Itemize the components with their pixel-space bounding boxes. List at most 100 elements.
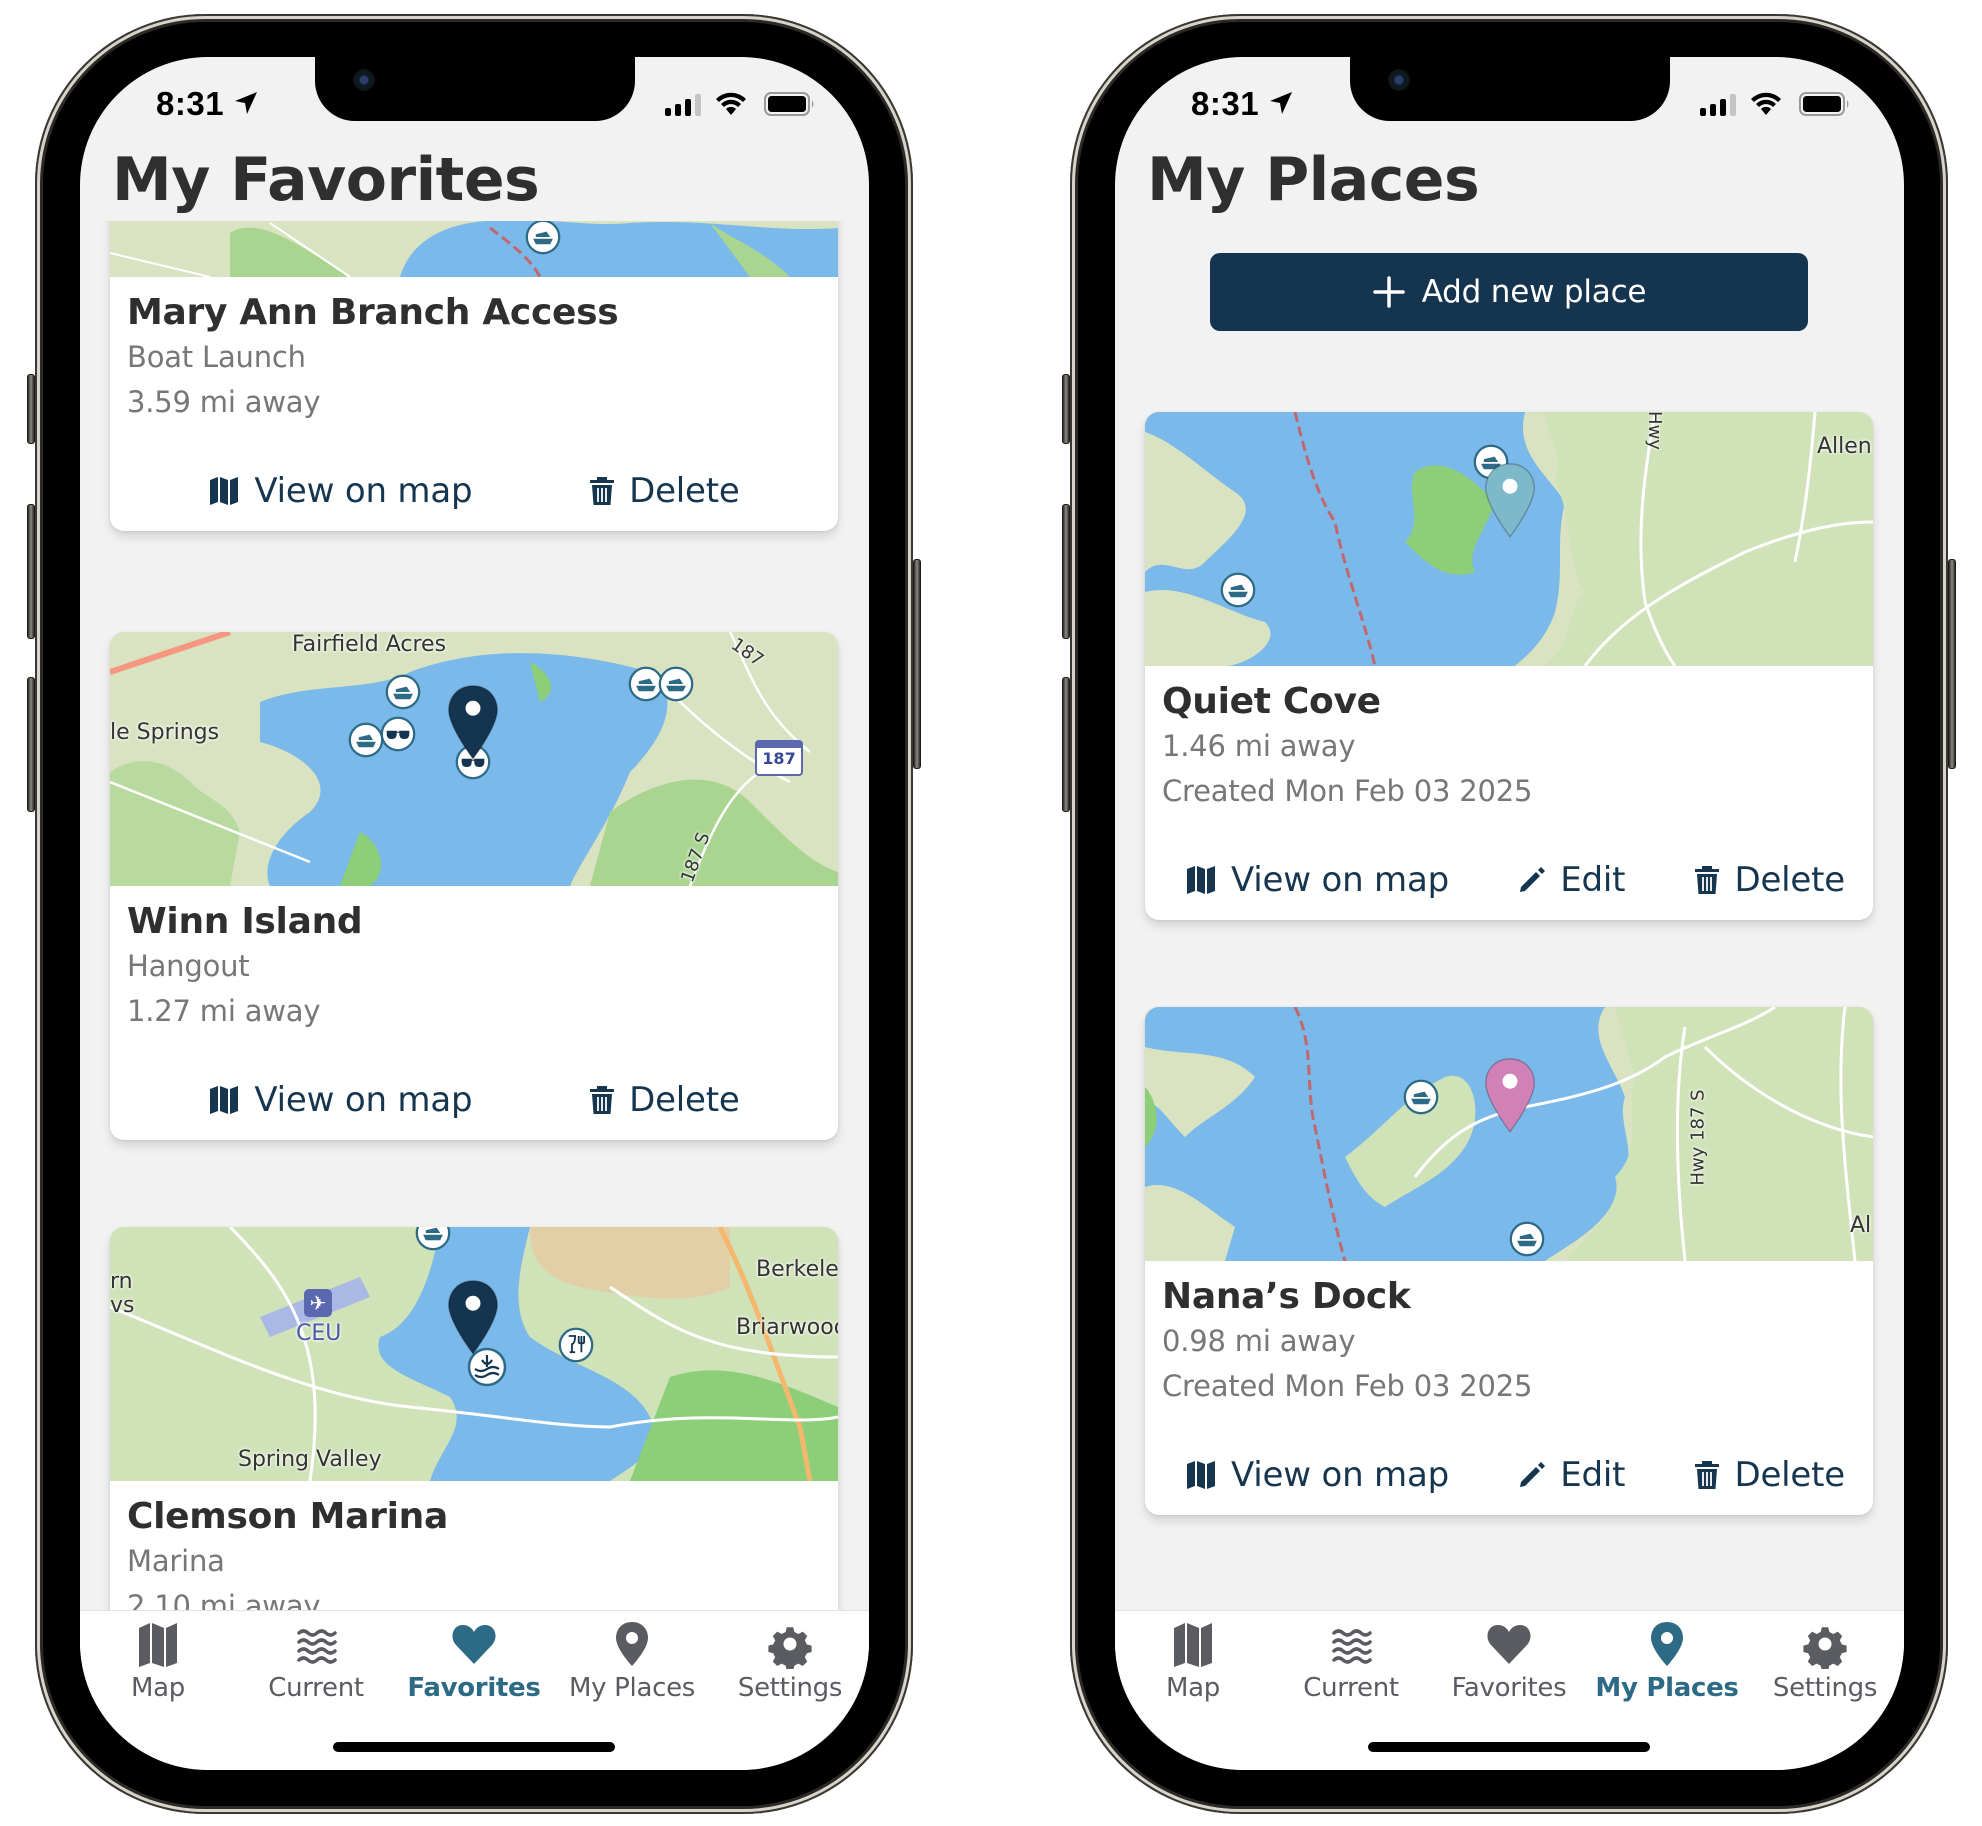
status-bar: 8:31 bbox=[80, 85, 869, 125]
map-label: vs bbox=[110, 1293, 135, 1318]
tab-settings[interactable]: Settings bbox=[1750, 1619, 1900, 1703]
map-label: Berkeley bbox=[756, 1257, 838, 1282]
map-label: rn bbox=[110, 1269, 133, 1294]
status-bar: 8:31 bbox=[1115, 85, 1904, 125]
place-name: Nana’s Dock bbox=[1162, 1276, 1411, 1317]
boat-launch-poi-icon[interactable] bbox=[525, 221, 561, 255]
place-distance: 1.27 mi away bbox=[127, 994, 321, 1028]
tab-bar: Map Current Favorites My Places Settings bbox=[1115, 1610, 1904, 1770]
view-on-map-label: View on map bbox=[254, 1080, 473, 1120]
selected-place-pin-icon[interactable] bbox=[445, 1279, 501, 1363]
delete-button[interactable]: Delete bbox=[589, 471, 740, 511]
tab-favorites[interactable]: Favorites bbox=[399, 1619, 549, 1703]
cellular-signal-icon bbox=[1700, 94, 1736, 116]
delete-label: Delete bbox=[629, 1080, 740, 1120]
place-category: Marina bbox=[127, 1544, 225, 1578]
phone-my-places: 8:31 My Places Add new place Hwy Allen Q… bbox=[1062, 14, 1956, 1814]
tab-current[interactable]: Current bbox=[241, 1619, 391, 1703]
map-preview[interactable]: Hwy 187 S Al bbox=[1145, 1007, 1873, 1261]
selected-place-pin-icon[interactable] bbox=[445, 684, 501, 768]
delete-label: Delete bbox=[1734, 1455, 1845, 1495]
place-pin-icon[interactable] bbox=[1482, 462, 1538, 546]
boat-launch-poi-icon[interactable] bbox=[1220, 572, 1256, 608]
place-name: Clemson Marina bbox=[127, 1496, 448, 1537]
map-pin-icon bbox=[1642, 1619, 1692, 1669]
map-pin-icon bbox=[607, 1619, 657, 1669]
edit-label: Edit bbox=[1560, 1455, 1626, 1495]
view-on-map-button[interactable]: View on map bbox=[208, 1080, 473, 1120]
status-time: 8:31 bbox=[1191, 85, 1260, 122]
battery-icon bbox=[764, 92, 814, 116]
tab-favorites[interactable]: Favorites bbox=[1434, 1619, 1584, 1703]
delete-button[interactable]: Delete bbox=[1694, 860, 1845, 900]
map-preview[interactable]: Fairfield Acres le Springs 187 187 S 187 bbox=[110, 632, 838, 886]
map-preview[interactable]: Hwy Allen bbox=[1145, 412, 1873, 666]
page-title: My Places bbox=[1147, 145, 1480, 215]
delete-button[interactable]: Delete bbox=[1694, 1455, 1845, 1495]
delete-button[interactable]: Delete bbox=[589, 1080, 740, 1120]
tab-settings[interactable]: Settings bbox=[715, 1619, 865, 1703]
waves-icon bbox=[1326, 1619, 1376, 1669]
home-indicator[interactable] bbox=[333, 1742, 615, 1752]
map-label: Hwy bbox=[1643, 412, 1665, 450]
map-label: Spring Valley bbox=[238, 1447, 382, 1472]
pencil-icon bbox=[1518, 1461, 1546, 1489]
place-category: Hangout bbox=[127, 949, 250, 983]
delete-label: Delete bbox=[629, 471, 740, 511]
boat-launch-poi-icon[interactable] bbox=[415, 1227, 451, 1251]
place-card: Hwy 187 S Al Nana’s Dock 0.98 mi away Cr… bbox=[1145, 1007, 1873, 1515]
boat-launch-poi-icon[interactable] bbox=[385, 674, 421, 710]
home-indicator[interactable] bbox=[1368, 1742, 1650, 1752]
places-list[interactable]: Hwy Allen Quiet Cove 1.46 mi away Create… bbox=[1115, 57, 1904, 1615]
tab-label: Map bbox=[1166, 1673, 1220, 1703]
card-actions: View on map Edit Delete bbox=[1145, 840, 1873, 920]
tab-label: Favorites bbox=[407, 1673, 541, 1703]
map-label: CEU bbox=[296, 1321, 342, 1346]
place-name: Winn Island bbox=[127, 901, 363, 942]
location-arrow-icon bbox=[1270, 92, 1292, 114]
map-preview[interactable] bbox=[110, 221, 838, 277]
tab-my-places[interactable]: My Places bbox=[1592, 1619, 1742, 1703]
location-arrow-icon bbox=[235, 92, 257, 114]
boat-launch-poi-icon[interactable] bbox=[348, 722, 384, 758]
wifi-icon bbox=[716, 92, 746, 115]
boat-launch-poi-icon[interactable] bbox=[658, 666, 694, 702]
view-on-map-button[interactable]: View on map bbox=[1185, 1455, 1449, 1495]
view-on-map-button[interactable]: View on map bbox=[208, 471, 473, 511]
tab-label: My Places bbox=[568, 1673, 696, 1703]
edit-button[interactable]: Edit bbox=[1518, 860, 1625, 900]
favorite-card: Mary Ann Branch Access Boat Launch 3.59 … bbox=[110, 221, 838, 531]
place-name: Mary Ann Branch Access bbox=[127, 292, 619, 333]
place-pin-icon[interactable] bbox=[1482, 1057, 1538, 1141]
map-label: Al bbox=[1850, 1213, 1872, 1238]
tab-label: Favorites bbox=[1451, 1673, 1567, 1703]
volume-up-button bbox=[1062, 504, 1070, 639]
view-on-map-label: View on map bbox=[254, 471, 473, 511]
boat-launch-poi-icon[interactable] bbox=[1509, 1221, 1545, 1257]
map-tiles bbox=[110, 221, 838, 277]
edit-button[interactable]: Edit bbox=[1518, 1455, 1625, 1495]
restaurant-poi-icon[interactable] bbox=[558, 1327, 594, 1363]
tab-map[interactable]: Map bbox=[1118, 1619, 1268, 1703]
boat-launch-poi-icon[interactable] bbox=[1403, 1079, 1439, 1115]
view-on-map-button[interactable]: View on map bbox=[1185, 860, 1449, 900]
tab-bar: Map Current Favorites My Places Settings bbox=[80, 1610, 869, 1770]
favorites-list[interactable]: Mary Ann Branch Access Boat Launch 3.59 … bbox=[80, 221, 869, 1615]
tab-map[interactable]: Map bbox=[83, 1619, 233, 1703]
tab-label: Current bbox=[1303, 1673, 1399, 1703]
tab-label: My Places bbox=[1595, 1673, 1739, 1703]
tab-my-places[interactable]: My Places bbox=[557, 1619, 707, 1703]
map-label: Fairfield Acres bbox=[292, 632, 447, 657]
heart-icon bbox=[449, 1619, 499, 1669]
place-distance: 3.59 mi away bbox=[127, 385, 321, 419]
trash-icon bbox=[589, 1085, 615, 1115]
wifi-icon bbox=[1751, 92, 1781, 115]
hangout-poi-icon[interactable] bbox=[380, 716, 416, 752]
gear-icon bbox=[1800, 1619, 1850, 1669]
tab-current[interactable]: Current bbox=[1276, 1619, 1426, 1703]
view-on-map-label: View on map bbox=[1231, 1455, 1449, 1495]
map-preview[interactable]: rn vs ✈ CEU Spring Valley Berkeley Briar… bbox=[110, 1227, 838, 1481]
waves-icon bbox=[291, 1619, 341, 1669]
trash-icon bbox=[1694, 1460, 1720, 1490]
map-label: Allen bbox=[1817, 434, 1872, 459]
